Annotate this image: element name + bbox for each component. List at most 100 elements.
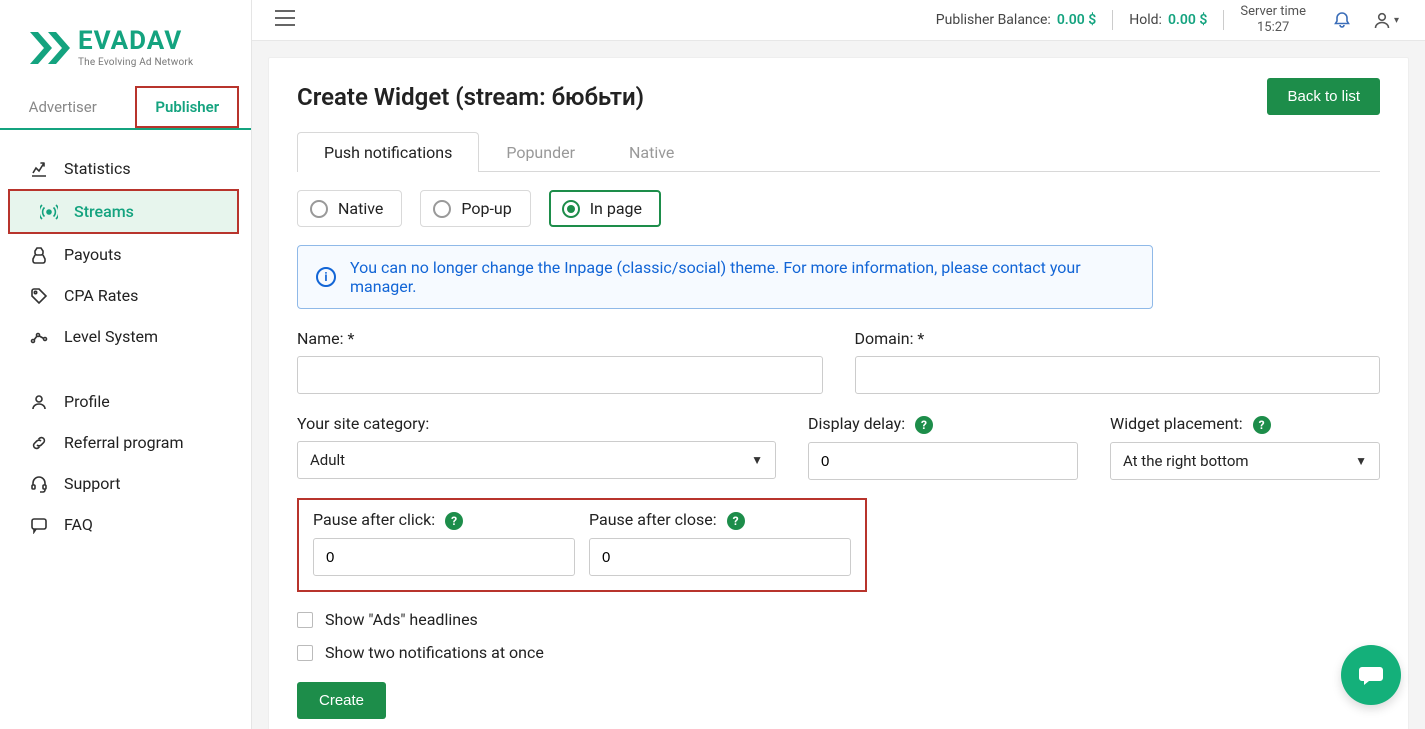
checkbox-icon[interactable]: [297, 645, 313, 661]
checkboxes: Show "Ads" headlines Show two notificati…: [297, 610, 1380, 662]
create-widget-panel: Create Widget (stream: бюбьти) Back to l…: [268, 57, 1409, 729]
logo[interactable]: EVADAV The Evolving Ad Network: [0, 0, 251, 86]
sidebar-item-label: Referral program: [64, 433, 184, 452]
publisher-balance-value: 0.00 $: [1057, 12, 1096, 28]
topbar: Publisher Balance: 0.00 $ Hold: 0.00 $ S…: [252, 0, 1425, 41]
sidebar-item-streams[interactable]: Streams: [8, 189, 239, 234]
radio-label: In page: [590, 199, 642, 218]
tab-push-notifications[interactable]: Push notifications: [297, 132, 479, 172]
create-button[interactable]: Create: [297, 682, 386, 719]
logo-text: EVADAV The Evolving Ad Network: [78, 28, 193, 68]
check-show-two[interactable]: Show two notifications at once: [297, 643, 1380, 662]
role-tab-publisher[interactable]: Publisher: [126, 86, 252, 128]
field-name: Name: *: [297, 329, 823, 394]
domain-input[interactable]: [855, 356, 1381, 394]
field-category: Your site category: Adult ▼: [297, 414, 776, 480]
sidebar-item-label: Profile: [64, 392, 110, 411]
chat-icon: [30, 516, 48, 534]
field-pause-close: Pause after close: ?: [589, 510, 851, 576]
sidebar-item-support[interactable]: Support: [0, 463, 251, 504]
sidebar-item-level-system[interactable]: Level System: [0, 316, 251, 357]
tab-popunder[interactable]: Popunder: [479, 132, 602, 172]
radio-inpage[interactable]: In page: [549, 190, 661, 227]
category-select[interactable]: Adult ▼: [297, 441, 776, 479]
pause-click-input[interactable]: [313, 538, 575, 576]
user-icon: [30, 393, 48, 411]
field-pause-click: Pause after click: ?: [313, 510, 575, 576]
tab-native[interactable]: Native: [602, 132, 701, 172]
sidebar-item-label: FAQ: [64, 515, 93, 534]
server-time-value: 15:27: [1240, 20, 1306, 36]
page-title: Create Widget (stream: бюбьти): [297, 83, 644, 111]
sidebar-item-cpa-rates[interactable]: CPA Rates: [0, 275, 251, 316]
field-display-delay: Display delay: ?: [808, 414, 1078, 480]
label-pause-close: Pause after close: ?: [589, 510, 851, 530]
role-tabs: Advertiser Publisher: [0, 86, 251, 130]
sidebar-item-faq[interactable]: FAQ: [0, 504, 251, 545]
hold-balance: Hold: 0.00 $: [1113, 12, 1223, 28]
label-domain: Domain: *: [855, 329, 1381, 348]
push-type-radios: Native Pop-up In page: [297, 190, 1380, 227]
category-value: Adult: [310, 451, 345, 469]
logo-icon: [28, 28, 72, 68]
radio-circle-icon: [433, 200, 451, 218]
radio-popup[interactable]: Pop-up: [420, 190, 530, 227]
widget-placement-value: At the right bottom: [1123, 452, 1249, 470]
field-widget-placement: Widget placement: ? At the right bottom …: [1110, 414, 1380, 480]
hold-value: 0.00 $: [1168, 12, 1207, 28]
pause-close-input[interactable]: [589, 538, 851, 576]
publisher-balance: Publisher Balance: 0.00 $: [920, 12, 1112, 28]
sidebar-nav: Statistics Streams Payouts CPA Rates Lev: [0, 130, 251, 563]
info-icon: i: [316, 267, 336, 287]
role-tab-advertiser[interactable]: Advertiser: [0, 86, 126, 128]
main: Create Widget (stream: бюбьти) Back to l…: [252, 41, 1425, 729]
hold-label: Hold:: [1129, 12, 1162, 28]
notifications-icon[interactable]: [1322, 4, 1362, 36]
menu-toggle-icon[interactable]: [268, 3, 302, 37]
caret-down-icon: ▼: [1355, 454, 1367, 468]
caret-down-icon: ▼: [751, 453, 763, 467]
pause-settings-highlight: Pause after click: ? Pause after close: …: [297, 498, 867, 592]
headset-icon: [30, 475, 48, 493]
sidebar: EVADAV The Evolving Ad Network Advertise…: [0, 0, 252, 729]
chat-fab[interactable]: [1341, 645, 1401, 705]
field-domain: Domain: *: [855, 329, 1381, 394]
back-to-list-button[interactable]: Back to list: [1267, 78, 1380, 115]
sidebar-item-label: Streams: [74, 202, 134, 221]
sidebar-item-profile[interactable]: Profile: [0, 381, 251, 422]
tag-icon: [30, 287, 48, 305]
form-row-2: Your site category: Adult ▼ Display dela…: [297, 414, 1380, 480]
sidebar-item-statistics[interactable]: Statistics: [0, 148, 251, 189]
widget-placement-select[interactable]: At the right bottom ▼: [1110, 442, 1380, 480]
name-input[interactable]: [297, 356, 823, 394]
label-name: Name: *: [297, 329, 823, 348]
display-delay-input[interactable]: [808, 442, 1078, 480]
payout-icon: [30, 246, 48, 264]
sidebar-item-label: CPA Rates: [64, 286, 138, 305]
sidebar-item-referral[interactable]: Referral program: [0, 422, 251, 463]
help-icon[interactable]: ?: [727, 512, 745, 530]
help-icon[interactable]: ?: [445, 512, 463, 530]
checkbox-icon[interactable]: [297, 612, 313, 628]
radio-label: Pop-up: [461, 199, 511, 218]
check-show-ads[interactable]: Show "Ads" headlines: [297, 610, 1380, 629]
link-icon: [30, 434, 48, 452]
label-pause-click: Pause after click: ?: [313, 510, 575, 530]
help-icon[interactable]: ?: [1253, 416, 1271, 434]
caret-down-icon: ▾: [1394, 15, 1399, 26]
radio-circle-icon: [562, 200, 580, 218]
radio-native[interactable]: Native: [297, 190, 402, 227]
widget-tabs: Push notifications Popunder Native: [297, 131, 1380, 172]
user-menu[interactable]: ▾: [1362, 4, 1409, 36]
publisher-balance-label: Publisher Balance:: [936, 12, 1051, 28]
sidebar-item-label: Support: [64, 474, 120, 493]
chart-icon: [30, 160, 48, 178]
info-banner: i You can no longer change the Inpage (c…: [297, 245, 1153, 309]
logo-brand: EVADAV: [78, 28, 193, 54]
sidebar-item-payouts[interactable]: Payouts: [0, 234, 251, 275]
graph-icon: [30, 328, 48, 346]
logo-tagline: The Evolving Ad Network: [78, 58, 193, 68]
check-label: Show "Ads" headlines: [325, 610, 478, 629]
server-time: Server time 15:27: [1224, 4, 1322, 35]
help-icon[interactable]: ?: [915, 416, 933, 434]
